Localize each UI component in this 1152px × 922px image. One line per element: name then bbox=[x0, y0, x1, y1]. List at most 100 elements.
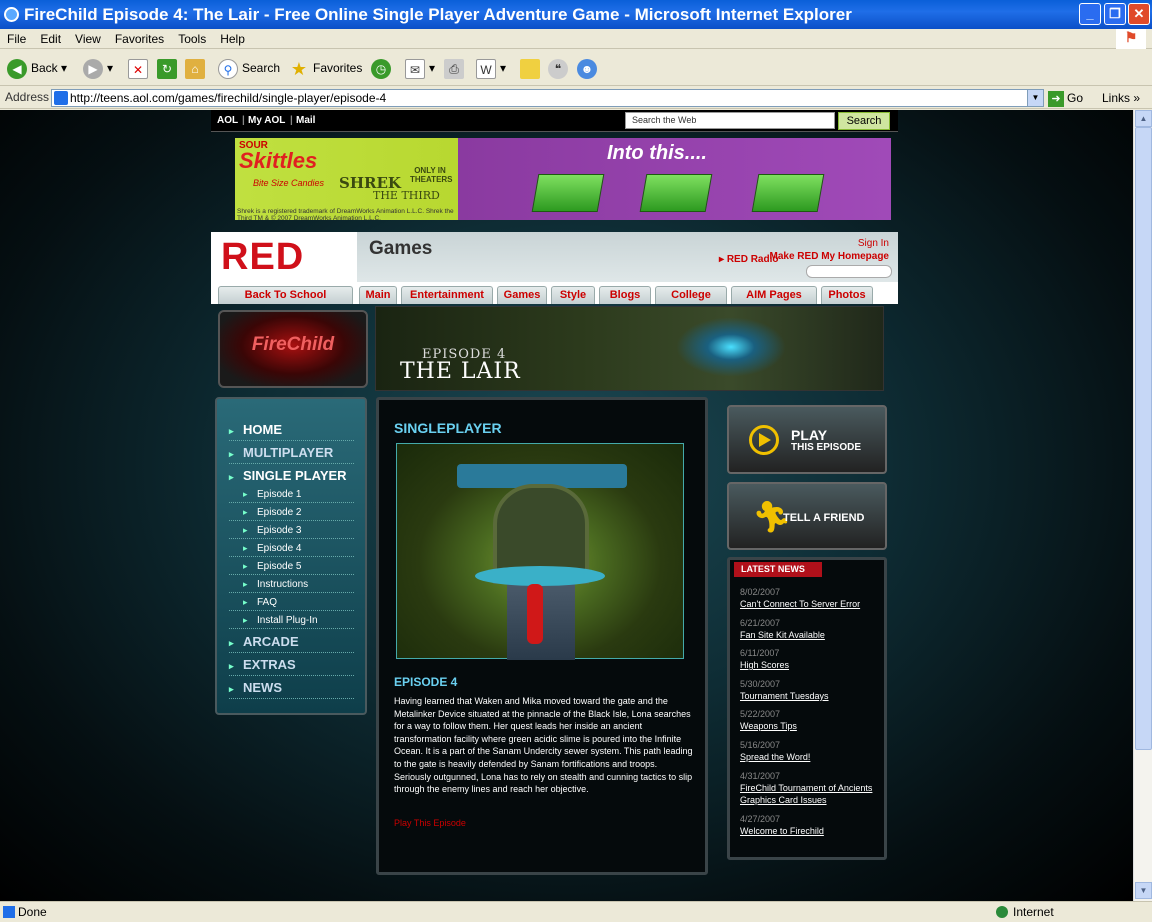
status-bar: Done Internet bbox=[0, 901, 1152, 921]
msn-button[interactable]: ☻ bbox=[577, 56, 601, 80]
menu-tools[interactable]: Tools bbox=[171, 29, 213, 49]
mail-icon: ✉ bbox=[405, 58, 425, 79]
nav-multiplayer[interactable]: ▸ MULTIPLAYER bbox=[229, 442, 354, 464]
latest-news-panel: LATEST NEWS 8/02/2007 Can't Connect To Se… bbox=[727, 557, 887, 860]
window-title: FireChild Episode 4: The Lair - Free Onl… bbox=[24, 5, 852, 24]
nav-single-player[interactable]: ▸ SINGLE PLAYER bbox=[229, 465, 354, 487]
favorites-button[interactable]: ★ Favorites bbox=[289, 56, 362, 80]
nav-arcade[interactable]: ▸ ARCADE bbox=[229, 631, 354, 653]
banner-title: THE LAIR bbox=[400, 359, 521, 384]
sign-in-link[interactable]: Sign In bbox=[858, 238, 889, 249]
tab-style[interactable]: Style bbox=[551, 286, 595, 304]
firechild-logo[interactable]: FireChild bbox=[218, 310, 368, 388]
mail-link[interactable]: Mail bbox=[296, 115, 315, 126]
nav-instructions[interactable]: ▸ Instructions bbox=[229, 575, 354, 593]
refresh-button[interactable]: ↻ bbox=[157, 56, 181, 80]
red-radio-link[interactable]: ▸ RED Radio bbox=[719, 254, 778, 266]
address-label: Address bbox=[5, 90, 50, 104]
search-icon: ⚲ bbox=[218, 58, 238, 79]
news-link[interactable]: Spread the Word! bbox=[740, 751, 884, 763]
tell-a-friend-button[interactable]: 🏃︎ TELL A FRIEND bbox=[727, 482, 887, 550]
bullet-icon: ▸ bbox=[243, 543, 248, 553]
address-dropdown-icon[interactable]: ▼ bbox=[1027, 89, 1044, 107]
home-button[interactable]: ⌂ bbox=[185, 56, 209, 80]
vertical-scrollbar[interactable]: ▲ ▼ bbox=[1133, 110, 1152, 901]
nav-extras[interactable]: ▸ EXTRAS bbox=[229, 654, 354, 676]
play-episode-button[interactable]: PLAY THIS EPISODE bbox=[727, 405, 887, 474]
menu-edit[interactable]: Edit bbox=[33, 29, 68, 49]
news-link[interactable]: High Scores bbox=[740, 659, 884, 671]
refresh-icon: ↻ bbox=[157, 58, 177, 79]
edit-button[interactable]: W ▾ bbox=[476, 56, 506, 80]
latest-news-heading: LATEST NEWS bbox=[734, 562, 822, 577]
red-logo[interactable]: RED bbox=[211, 232, 357, 282]
tab-back-to-school[interactable]: Back To School bbox=[218, 286, 353, 304]
news-link[interactable]: Weapons Tips bbox=[740, 720, 884, 732]
candy-stack-image bbox=[531, 174, 605, 212]
aol-link[interactable]: AOL bbox=[217, 115, 238, 126]
menu-file[interactable]: File bbox=[0, 29, 33, 49]
go-button[interactable]: ➜ Go bbox=[1048, 89, 1083, 107]
nav-episode-1[interactable]: ▸ Episode 1 bbox=[229, 485, 354, 503]
back-button[interactable]: ◀ Back ▾ bbox=[7, 56, 67, 80]
nav-install-plugin[interactable]: ▸ Install Plug-In bbox=[229, 611, 354, 629]
menu-favorites[interactable]: Favorites bbox=[108, 29, 171, 49]
tab-aim-pages[interactable]: AIM Pages bbox=[731, 286, 817, 304]
mail-button[interactable]: ✉ ▾ bbox=[405, 56, 435, 80]
nav-faq[interactable]: ▸ FAQ bbox=[229, 593, 354, 611]
home-icon: ⌂ bbox=[185, 58, 205, 79]
window-titlebar: FireChild Episode 4: The Lair - Free Onl… bbox=[0, 0, 1152, 29]
make-homepage-link[interactable]: Make RED My Homepage bbox=[770, 251, 889, 262]
windows-logo-icon: ⚑ bbox=[1116, 29, 1146, 49]
news-link[interactable]: FireChild Tournament of Ancients Graphic… bbox=[740, 782, 884, 806]
my-aol-link[interactable]: My AOL bbox=[248, 115, 285, 126]
tab-main[interactable]: Main bbox=[359, 286, 397, 304]
tab-college[interactable]: College bbox=[655, 286, 727, 304]
news-item: 5/22/2007 Weapons Tips bbox=[740, 708, 884, 732]
scroll-down-icon[interactable]: ▼ bbox=[1135, 882, 1152, 899]
menu-view[interactable]: View bbox=[68, 29, 108, 49]
game-screenshot[interactable] bbox=[396, 443, 684, 660]
nav-episode-4[interactable]: ▸ Episode 4 bbox=[229, 539, 354, 557]
close-button[interactable]: ✕ bbox=[1128, 3, 1150, 25]
scroll-up-icon[interactable]: ▲ bbox=[1135, 110, 1152, 127]
nav-episode-3[interactable]: ▸ Episode 3 bbox=[229, 521, 354, 539]
character-figure bbox=[527, 584, 543, 644]
minimize-button[interactable]: _ bbox=[1079, 3, 1101, 25]
news-link[interactable]: Welcome to Firechild bbox=[740, 825, 884, 837]
menu-help[interactable]: Help bbox=[213, 29, 252, 49]
red-games-header: Games Sign In Make RED My Homepage ▸ RED… bbox=[357, 232, 898, 282]
people-icon: ☻ bbox=[577, 58, 597, 79]
news-link[interactable]: Fan Site Kit Available bbox=[740, 629, 884, 641]
bullet-icon: ▸ bbox=[243, 561, 248, 571]
discuss-button[interactable] bbox=[520, 56, 544, 80]
nav-home[interactable]: ▸ HOME bbox=[229, 419, 354, 441]
aol-search-button[interactable]: Search bbox=[838, 112, 890, 130]
links-button[interactable]: Links » bbox=[1102, 89, 1140, 107]
stop-button[interactable]: ✕ bbox=[128, 56, 152, 80]
back-arrow-icon: ◀ bbox=[7, 58, 27, 79]
print-button[interactable]: ⎙ bbox=[444, 56, 468, 80]
skittles-banner-ad[interactable]: SOUR Skittles Bite Size Candies ONLY IN … bbox=[235, 138, 891, 222]
scroll-thumb[interactable] bbox=[1135, 127, 1152, 750]
news-item: 4/27/2007 Welcome to Firechild bbox=[740, 813, 884, 837]
print-icon: ⎙ bbox=[444, 58, 464, 79]
news-link[interactable]: Can't Connect To Server Error bbox=[740, 598, 884, 610]
tab-photos[interactable]: Photos bbox=[821, 286, 873, 304]
nav-episode-5[interactable]: ▸ Episode 5 bbox=[229, 557, 354, 575]
red-search-input[interactable] bbox=[806, 265, 892, 278]
play-episode-link[interactable]: Play This Episode bbox=[394, 818, 466, 828]
nav-news[interactable]: ▸ NEWS bbox=[229, 677, 354, 699]
search-button[interactable]: ⚲ Search bbox=[218, 56, 280, 80]
forward-button[interactable]: ▶ ▾ bbox=[83, 56, 113, 80]
history-button[interactable]: ◷ bbox=[371, 56, 395, 80]
tab-entertainment[interactable]: Entertainment bbox=[401, 286, 493, 304]
news-link[interactable]: Tournament Tuesdays bbox=[740, 690, 884, 702]
messenger-button[interactable]: ❝ bbox=[548, 56, 572, 80]
nav-episode-2[interactable]: ▸ Episode 2 bbox=[229, 503, 354, 521]
maximize-button[interactable]: ❐ bbox=[1104, 3, 1126, 25]
aol-search-input[interactable]: Search the Web bbox=[625, 112, 835, 129]
address-input[interactable]: http://teens.aol.com/games/firechild/sin… bbox=[51, 89, 1044, 107]
tab-games[interactable]: Games bbox=[497, 286, 547, 304]
tab-blogs[interactable]: Blogs bbox=[599, 286, 651, 304]
